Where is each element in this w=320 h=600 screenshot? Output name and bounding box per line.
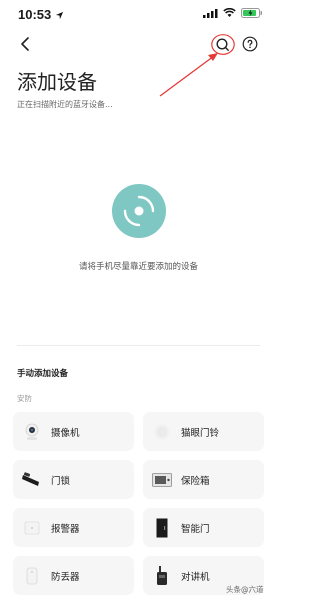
device-label: 报警器: [51, 523, 80, 535]
safe-icon: [152, 470, 172, 490]
bluetooth-scan-icon: [112, 184, 166, 238]
device-card-peephole-doorbell[interactable]: 猫眼门铃: [143, 412, 264, 451]
help-icon[interactable]: [242, 36, 258, 52]
device-card-smart-door[interactable]: 智能门: [143, 508, 264, 547]
manual-add-heading: 手动添加设备: [17, 369, 69, 379]
status-time: 10:53: [18, 7, 64, 22]
device-label: 防丢器: [51, 571, 80, 583]
camera-icon: [22, 422, 42, 442]
device-label: 门锁: [51, 475, 71, 487]
battery-charging-icon: [241, 8, 262, 18]
nav-bar: [0, 34, 277, 56]
device-card-safe[interactable]: 保险箱: [143, 460, 264, 499]
device-card-door-lock[interactable]: 门锁: [13, 460, 134, 499]
category-label: 安防: [17, 394, 32, 403]
chevron-left-icon[interactable]: [18, 34, 32, 54]
location-arrow-icon: [55, 11, 63, 20]
watermark: 头条@六道: [226, 585, 264, 594]
device-card-tracker[interactable]: 防丢器: [13, 556, 134, 595]
divider: [17, 345, 260, 346]
alarm-icon: [22, 518, 42, 538]
status-time-text: 10:53: [18, 7, 52, 22]
peephole-doorbell-icon: [152, 422, 172, 442]
proximity-hint: 请将手机尽量靠近要添加的设备: [78, 262, 198, 272]
search-icon[interactable]: [211, 34, 235, 56]
device-card-camera[interactable]: 摄像机: [13, 412, 134, 451]
device-label: 猫眼门铃: [181, 427, 220, 439]
device-label: 对讲机: [181, 571, 210, 583]
device-card-alarm[interactable]: 报警器: [13, 508, 134, 547]
device-label: 智能门: [181, 523, 210, 535]
status-bar: 10:53: [0, 0, 277, 30]
device-label: 保险箱: [181, 475, 210, 487]
signal-icon: [203, 8, 218, 18]
page-title: 添加设备: [17, 70, 97, 94]
tracker-icon: [22, 566, 42, 586]
smart-door-icon: [152, 518, 172, 538]
door-lock-icon: [22, 470, 42, 490]
walkie-talkie-icon: [152, 565, 172, 586]
scan-status-text: 正在扫描附近的蓝牙设备...: [17, 100, 113, 109]
device-label: 摄像机: [51, 427, 80, 439]
wifi-icon: [223, 8, 236, 17]
